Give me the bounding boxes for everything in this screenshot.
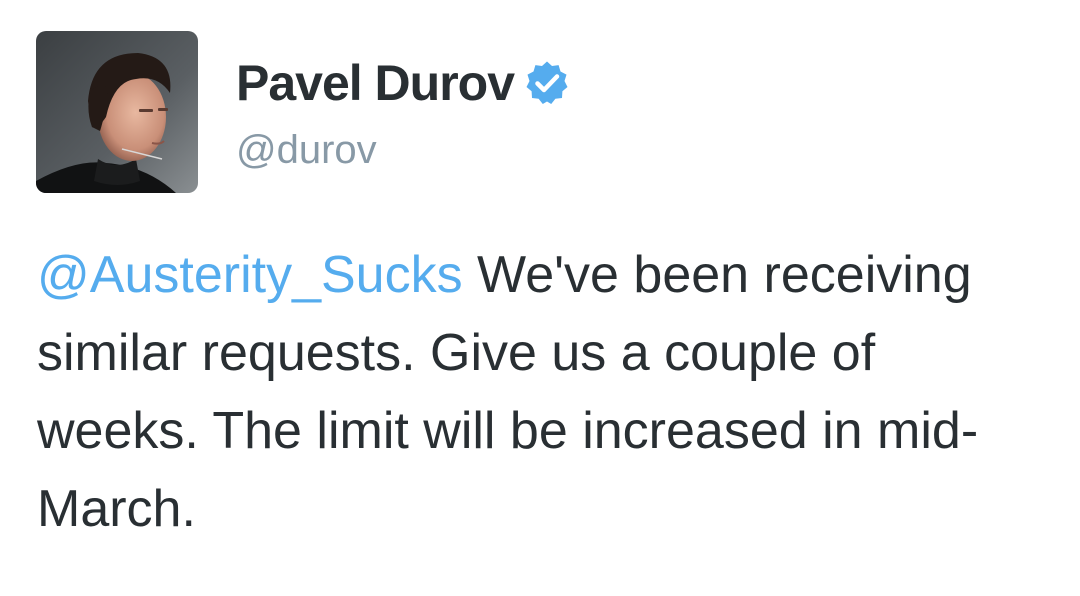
avatar[interactable] [36,31,198,193]
tweet-card: Pavel Durov @durov @Austerity_Sucks We'v… [0,0,1080,596]
author-handle[interactable]: @durov [236,122,377,178]
verified-badge-icon [524,60,570,106]
tweet-text: @Austerity_Sucks We've been receiving si… [37,236,1047,548]
author-name-row[interactable]: Pavel Durov [236,52,570,114]
mention-link[interactable]: @Austerity_Sucks [37,246,463,304]
author-display-name[interactable]: Pavel Durov [236,52,515,114]
profile-photo-icon [36,31,198,193]
